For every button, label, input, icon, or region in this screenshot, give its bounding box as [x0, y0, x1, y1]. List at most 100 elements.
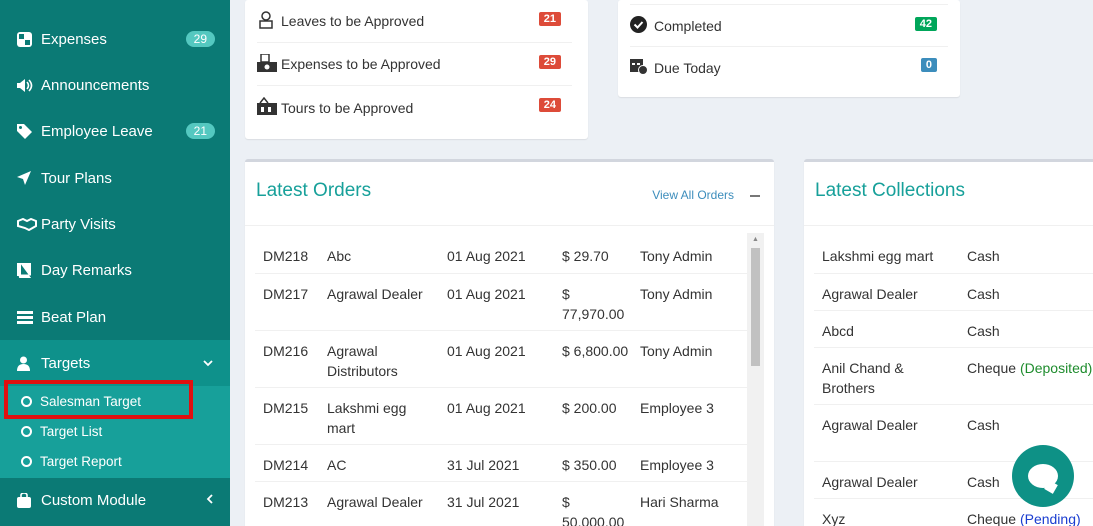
sidebar-item-expenses[interactable]: Expenses 29: [0, 16, 230, 62]
sidebar-item-party-visits[interactable]: Party Visits: [0, 201, 230, 247]
sidebar-item-label: Expenses: [41, 30, 107, 48]
location-arrow-icon: [17, 171, 37, 185]
order-id: DM213: [263, 494, 309, 510]
task-row-due-today[interactable]: Due Today 0: [630, 46, 948, 89]
collection-mode: Cash: [967, 323, 1000, 339]
megaphone-icon: [17, 78, 37, 92]
expenses-count-badge: 29: [538, 55, 561, 69]
table-row[interactable]: Abcd Cash: [814, 310, 1093, 347]
table-row[interactable]: DM213 Agrawal Dealer 31 Jul 2021 $ 50,00…: [255, 481, 748, 526]
chevron-left-icon: [206, 493, 213, 507]
sidebar-item-announcements[interactable]: Announcements: [0, 62, 230, 108]
sidebar-item-employee-leave[interactable]: Employee Leave 21: [0, 108, 230, 154]
order-amount: $ 50,000.00: [562, 494, 625, 526]
order-date: 01 Aug 2021: [447, 286, 526, 302]
table-row[interactable]: DM217 Agrawal Dealer 01 Aug 2021 $ 77,97…: [255, 273, 748, 330]
order-employee: Employee 3: [640, 400, 714, 416]
order-employee: Employee 3: [640, 457, 714, 473]
order-party: Agrawal Dealer: [327, 286, 423, 302]
table-row[interactable]: Lakshmi egg mart Cash: [814, 236, 1093, 273]
submenu-item-target-report[interactable]: Target Report: [0, 446, 230, 476]
scroll-up-icon[interactable]: ▲: [752, 236, 759, 243]
order-id: DM218: [263, 248, 309, 264]
order-date: 31 Jul 2021: [447, 457, 520, 473]
table-row[interactable]: DM216 Agrawal Distributors 01 Aug 2021 $…: [255, 330, 748, 387]
scrollbar-thumb[interactable]: [751, 248, 760, 366]
chat-icon: [1028, 464, 1058, 488]
collection-mode: Cheque: [967, 360, 1017, 376]
collection-party: Anil Chand & Brothers: [822, 360, 904, 396]
order-party: Lakshmi egg mart: [327, 400, 407, 436]
task-row-completed[interactable]: Completed 42: [630, 4, 948, 47]
order-employee: Hari Sharma: [640, 494, 719, 510]
sidebar-item-label: Day Remarks: [41, 261, 132, 279]
check-circle-icon: [630, 15, 654, 36]
order-amount: $ 29.70: [562, 248, 609, 264]
order-party: Agrawal Distributors: [327, 343, 398, 379]
table-row[interactable]: Agrawal Dealer Cash: [814, 273, 1093, 310]
approval-row-leaves[interactable]: Leaves to be Approved 21: [257, 0, 572, 43]
circle-icon: [21, 425, 32, 437]
circle-icon: [21, 455, 32, 467]
chat-button[interactable]: [1012, 445, 1074, 507]
sidebar-item-day-remarks[interactable]: Day Remarks: [0, 247, 230, 293]
approval-label: Leaves to be Approved: [281, 13, 425, 29]
table-row[interactable]: Anil Chand & Brothers Cheque (Deposited): [814, 347, 1093, 404]
order-amount: $ 6,800.00: [562, 343, 629, 359]
view-all-orders-link[interactable]: View All Orders: [652, 188, 734, 202]
collection-mode: Cheque: [967, 511, 1017, 526]
order-amount: $ 350.00: [562, 457, 617, 473]
collection-mode: Cash: [967, 286, 1000, 302]
leave-icon: [257, 10, 281, 32]
salesman-target-highlight: [4, 380, 193, 419]
collection-mode-cell: Cheque (Deposited): [967, 358, 1092, 378]
collection-mode: Cash: [967, 417, 1000, 433]
expenses-count-badge: 29: [185, 31, 215, 47]
sidebar-item-label: Custom Module: [41, 491, 147, 509]
sidebar-item-label: Targets: [41, 354, 91, 372]
sidebar-item-custom-module[interactable]: Custom Module: [0, 477, 230, 523]
order-date: 01 Aug 2021: [447, 400, 526, 416]
collection-party: Agrawal Dealer: [822, 417, 918, 433]
submenu-item-target-list[interactable]: Target List: [0, 416, 230, 446]
minus-icon[interactable]: [750, 184, 760, 201]
tour-icon: [257, 96, 281, 118]
collection-party: Xyz: [822, 511, 846, 526]
collection-mode: Cash: [967, 248, 1000, 264]
order-id: DM214: [263, 457, 309, 473]
collection-status: (Pending): [1019, 511, 1081, 526]
submenu-item-label: Target Report: [40, 453, 122, 469]
task-label: Due Today: [654, 59, 721, 76]
table-row[interactable]: DM218 Abc 01 Aug 2021 $ 29.70 Tony Admin: [255, 236, 748, 273]
order-party: Agrawal Dealer: [327, 494, 423, 510]
user-icon: [17, 356, 37, 371]
table-row[interactable]: DM215 Lakshmi egg mart 01 Aug 2021 $ 200…: [255, 387, 748, 444]
handshake-icon: [17, 217, 37, 231]
latest-orders-title: Latest Orders: [256, 180, 372, 201]
approvals-card: Leaves to be Approved 21 Expenses to be …: [245, 0, 588, 139]
collection-party: Agrawal Dealer: [822, 474, 918, 490]
money-icon: [257, 52, 281, 75]
table-row[interactable]: DM214 AC 31 Jul 2021 $ 350.00 Employee 3: [255, 444, 748, 481]
expense-icon: [17, 31, 37, 47]
orders-scrollbar[interactable]: ▲: [747, 233, 764, 526]
sidebar-item-tour-plans[interactable]: Tour Plans: [0, 155, 230, 201]
approval-label: Expenses to be Approved: [281, 56, 441, 72]
leave-count-badge: 21: [185, 123, 215, 139]
sidebar-item-beat-plan[interactable]: Beat Plan: [0, 294, 230, 340]
order-party: Abc: [327, 248, 352, 264]
order-id: DM217: [263, 286, 309, 302]
completed-count-badge: 42: [914, 17, 937, 31]
approval-row-expenses[interactable]: Expenses to be Approved 29: [257, 43, 572, 86]
approval-row-tours[interactable]: Tours to be Approved 24: [257, 86, 572, 129]
list-icon: [17, 310, 37, 324]
order-id: DM216: [263, 343, 309, 359]
order-employee: Tony Admin: [640, 248, 713, 264]
submenu-item-label: Target List: [40, 423, 103, 439]
order-id: DM215: [263, 400, 309, 416]
sidebar: Expenses 29 Announcements Employee Leave…: [0, 0, 230, 526]
sidebar-item-label: Beat Plan: [41, 308, 107, 326]
approval-label: Tours to be Approved: [281, 99, 414, 116]
order-date: 01 Aug 2021: [447, 248, 526, 264]
sidebar-item-label: Announcements: [41, 76, 150, 94]
